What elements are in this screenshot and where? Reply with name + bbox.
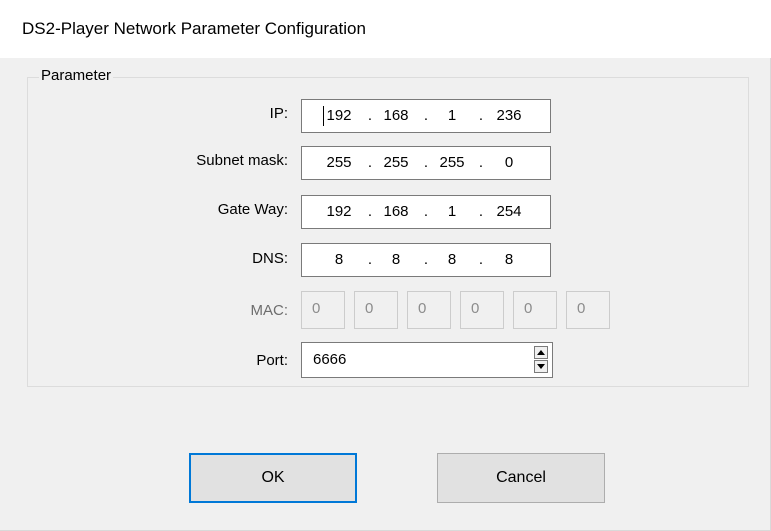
dns-octet-4[interactable]: 8: [487, 251, 531, 268]
mac-byte-3-field: 0: [407, 291, 451, 329]
gateway-label: Gate Way:: [217, 201, 288, 218]
ip-address-field[interactable]: 192 . 168 . 1 . 236: [301, 99, 551, 133]
port-spin-field[interactable]: 6666: [301, 342, 553, 378]
ip-separator: .: [423, 107, 429, 124]
cancel-button[interactable]: Cancel: [437, 453, 605, 503]
dns-field[interactable]: 8 . 8 . 8 . 8: [301, 243, 551, 277]
mac-byte-5-field: 0: [513, 291, 557, 329]
ip-separator: .: [478, 251, 484, 268]
ip-octet-3[interactable]: 1: [430, 107, 474, 124]
subnet-octet-3[interactable]: 255: [430, 154, 474, 171]
gateway-octet-1[interactable]: 192: [317, 203, 361, 220]
ip-separator: .: [423, 203, 429, 220]
dns-octet-1[interactable]: 8: [317, 251, 361, 268]
ip-octet-4[interactable]: 236: [487, 107, 531, 124]
ip-octet-2[interactable]: 168: [374, 107, 418, 124]
ip-separator: .: [478, 107, 484, 124]
window-title: DS2-Player Network Parameter Configurati…: [22, 19, 366, 38]
ip-separator: .: [367, 203, 373, 220]
ip-label: IP:: [269, 105, 288, 122]
gateway-octet-4[interactable]: 254: [487, 203, 531, 220]
spin-down-button[interactable]: [534, 360, 548, 373]
ip-separator: .: [423, 154, 429, 171]
gateway-octet-2[interactable]: 168: [374, 203, 418, 220]
dns-label: DNS:: [252, 250, 288, 267]
subnet-mask-label: Subnet mask:: [196, 152, 288, 169]
gateway-field[interactable]: 192 . 168 . 1 . 254: [301, 195, 551, 229]
parameter-group-label: Parameter: [39, 67, 114, 84]
gateway-octet-3[interactable]: 1: [430, 203, 474, 220]
ip-separator: .: [478, 203, 484, 220]
subnet-mask-field[interactable]: 255 . 255 . 255 . 0: [301, 146, 551, 180]
dns-octet-2[interactable]: 8: [374, 251, 418, 268]
mac-label: MAC:: [250, 302, 289, 319]
subnet-octet-2[interactable]: 255: [374, 154, 418, 171]
ip-separator: .: [367, 251, 373, 268]
title-bar[interactable]: DS2-Player Network Parameter Configurati…: [0, 0, 771, 58]
arrow-up-icon: [537, 350, 545, 355]
mac-byte-6-field: 0: [566, 291, 610, 329]
ip-separator: .: [478, 154, 484, 171]
ip-separator: .: [367, 154, 373, 171]
network-config-dialog: DS2-Player Network Parameter Configurati…: [0, 0, 771, 531]
ok-button[interactable]: OK: [189, 453, 357, 503]
mac-byte-1-field: 0: [301, 291, 345, 329]
subnet-octet-1[interactable]: 255: [317, 154, 361, 171]
mac-byte-4-field: 0: [460, 291, 504, 329]
subnet-octet-4[interactable]: 0: [487, 154, 531, 171]
ip-octet-1[interactable]: 192: [317, 107, 361, 124]
arrow-down-icon: [537, 364, 545, 369]
ip-separator: .: [367, 107, 373, 124]
mac-byte-2-field: 0: [354, 291, 398, 329]
dns-octet-3[interactable]: 8: [430, 251, 474, 268]
spin-up-button[interactable]: [534, 346, 548, 359]
port-label: Port:: [256, 352, 288, 369]
port-value[interactable]: 6666: [313, 351, 346, 368]
ip-separator: .: [423, 251, 429, 268]
